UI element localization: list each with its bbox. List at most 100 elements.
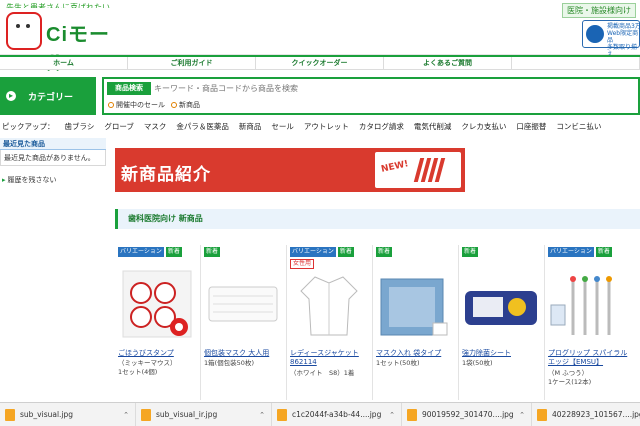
stripes-icon [413, 158, 457, 182]
pickup-link[interactable]: コンビニ払い [556, 121, 601, 132]
new-item-option[interactable]: 新商品 [171, 100, 200, 110]
pickup-link[interactable]: 口座振替 [516, 121, 546, 132]
category-button[interactable]: ▸ カテゴリー [0, 77, 96, 115]
product-tags: バリエーション 新着 [290, 247, 370, 257]
product-sub: 1袋(50枚) [462, 359, 493, 367]
product-card[interactable]: 新着 個包装マスク 大人用 1箱(個包装50枚) [201, 245, 287, 400]
product-card[interactable]: 新着 マスク入れ 袋タイプ 1セット(50枚) [373, 245, 459, 400]
catalog-info-box[interactable]: 掲載商品3万 Web限定商品 多数取り揃え [582, 20, 640, 58]
chevron-right-icon: ▸ [6, 91, 16, 101]
product-card[interactable]: バリエーション 新着 女性用 レディースジャケット 862114 （ホワイト S… [287, 245, 373, 400]
download-bar: sub_visual.jpg ⌃ sub_visual_ir.jpg ⌃ c1c… [0, 402, 640, 426]
product-tags: バリエーション 新着 [548, 247, 629, 257]
chevron-up-icon[interactable]: ⌃ [123, 403, 129, 426]
chevron-up-icon[interactable]: ⌃ [259, 403, 265, 426]
pickup-label: ピックアップ： [2, 122, 55, 131]
download-item[interactable]: 90019592_301470....jpg ⌃ [402, 403, 532, 426]
new-tag: 新着 [204, 247, 221, 257]
pickup-link[interactable]: マスク [144, 121, 167, 132]
pickup-link[interactable]: セール [271, 121, 294, 132]
recent-items-empty: 最近見た商品がありません。 [0, 150, 106, 166]
site-logo[interactable]: Ciモール [2, 8, 124, 75]
chevron-up-icon[interactable]: ⌃ [389, 403, 395, 426]
new-tag: 新着 [595, 247, 612, 257]
info-icon [586, 25, 604, 43]
product-image [122, 270, 192, 338]
file-icon [407, 409, 417, 421]
product-card[interactable]: 新着 強力除菌シート 1袋(50枚) [459, 245, 545, 400]
search-box: 商品検索 開催中のセール 新商品 [102, 77, 640, 115]
product-image [465, 291, 537, 325]
download-filename: 40228923_101567....jpg [552, 410, 640, 419]
pickup-link[interactable]: 歯ブラシ [65, 121, 95, 132]
product-tags: バリエーション 新着 [118, 247, 198, 257]
download-item[interactable]: 40228923_101567....jpg [532, 403, 640, 426]
search-input[interactable] [154, 82, 638, 95]
product-sub: 1セット(50枚) [376, 359, 420, 367]
product-name[interactable]: マスク入れ 袋タイプ [376, 349, 458, 358]
download-item[interactable]: sub_visual_ir.jpg ⌃ [136, 403, 272, 426]
pickup-link[interactable]: クレカ支払い [461, 121, 506, 132]
product-tags: 新着 [376, 247, 456, 257]
download-item[interactable]: sub_visual.jpg ⌃ [0, 403, 136, 426]
section-title: 歯科医院向け 新商品 [115, 209, 640, 229]
sale-option[interactable]: 開催中のセール [108, 100, 165, 110]
product-name[interactable]: レディースジャケット 862114 [290, 349, 372, 367]
product-tags: 新着 [204, 247, 284, 257]
file-icon [141, 409, 151, 421]
pickup-link[interactable]: 新商品 [239, 121, 262, 132]
pickup-link[interactable]: カタログ請求 [359, 121, 404, 132]
variation-tag: バリエーション [548, 247, 594, 257]
pickup-link[interactable]: 金パラ＆医薬品 [176, 121, 229, 132]
nav-quick-order[interactable]: クイックオーダー [256, 57, 384, 69]
product-card[interactable]: バリエーション 新着 ごほうびスタンプ （ミッキーマウス） 1セット(4個) [115, 245, 201, 400]
product-card[interactable]: バリエーション 新着 プログリップ スパイラルエッジ【EMSU】 （M ふつう）… [545, 245, 631, 400]
product-image [550, 276, 612, 335]
clinic-facility-link[interactable]: 医院・施設様向け [562, 3, 636, 18]
product-sub: （M ふつう） [548, 369, 589, 377]
product-image [300, 276, 358, 336]
search-tag: 商品検索 [107, 82, 151, 95]
file-icon [277, 409, 287, 421]
chevron-up-icon[interactable]: ⌃ [519, 403, 525, 426]
download-item[interactable]: c1c2044f-a34b-44....jpg ⌃ [272, 403, 402, 426]
new-badge: NEW! [375, 152, 461, 188]
banner-text: 新商品紹介 [121, 165, 211, 185]
product-name[interactable]: 強力除菌シート [462, 349, 544, 358]
pickup-row: ピックアップ： 歯ブラシ グローブ マスク 金パラ＆医薬品 新商品 セール アウ… [2, 121, 601, 132]
sale-option-label: 開催中のセール [116, 101, 165, 109]
nav-guide[interactable]: ご利用ガイド [128, 57, 256, 69]
product-list: バリエーション 新着 ごほうびスタンプ （ミッキーマウス） 1セット(4個) 新… [115, 245, 640, 400]
product-sub: （ホワイト S8）1着 [290, 369, 355, 377]
new-tag: 新着 [376, 247, 393, 257]
product-sub: （ミッキーマウス） [118, 359, 177, 367]
product-name[interactable]: ごほうびスタンプ [118, 349, 200, 358]
category-label: カテゴリー [28, 93, 74, 103]
product-tags: 新着 [462, 247, 542, 257]
main-nav: ホーム ご利用ガイド クイックオーダー よくあるご質問 [0, 55, 640, 70]
nav-extra[interactable] [512, 57, 640, 69]
recent-items-title: 最近見た商品 [0, 138, 106, 150]
new-tag: 新着 [462, 247, 479, 257]
site-header: 先生と患者さんに喜ばれたい。 Ciモール 医院・施設様向け 掲載商品3万 Web… [0, 0, 640, 75]
download-filename: c1c2044f-a34b-44....jpg [292, 410, 382, 419]
product-image [380, 278, 448, 336]
pickup-link[interactable]: グローブ [104, 121, 134, 132]
catalog-info-text: 掲載商品3万 Web限定商品 多数取り揃え [607, 23, 640, 58]
new-products-banner[interactable]: 新商品紹介 NEW! [115, 148, 465, 192]
product-image [208, 286, 278, 322]
page: 先生と患者さんに喜ばれたい。 Ciモール 医院・施設様向け 掲載商品3万 Web… [0, 0, 640, 426]
pickup-link[interactable]: アウトレット [304, 121, 349, 132]
new-tag: 新着 [165, 247, 182, 257]
mascot-icon [6, 12, 42, 50]
pickup-link[interactable]: 電気代削減 [414, 121, 452, 132]
product-sub: 1箱(個包装50枚) [204, 359, 254, 367]
download-filename: sub_visual.jpg [20, 410, 74, 419]
nav-home[interactable]: ホーム [0, 57, 128, 69]
product-name[interactable]: プログリップ スパイラルエッジ【EMSU】 [548, 349, 630, 367]
nav-faq[interactable]: よくあるご質問 [384, 57, 512, 69]
variation-tag: バリエーション [118, 247, 164, 257]
new-badge-label: NEW! [380, 159, 410, 175]
no-history-link[interactable]: 履歴を残さない [2, 175, 57, 185]
product-name[interactable]: 個包装マスク 大人用 [204, 349, 286, 358]
